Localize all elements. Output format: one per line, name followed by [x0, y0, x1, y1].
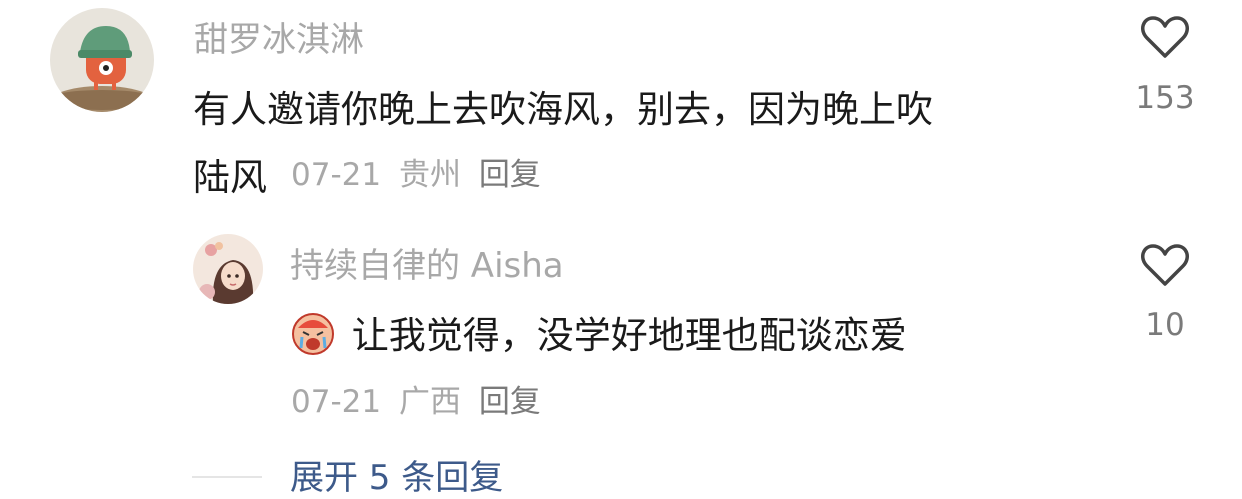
crying-face-emoji-icon — [290, 310, 336, 356]
comment-text-continued: 陆风 — [193, 156, 267, 199]
reply-location: 广西 — [398, 384, 461, 420]
cartoon-avatar-icon — [50, 8, 154, 112]
heart-icon — [1141, 244, 1189, 286]
like-count: 153 — [1135, 80, 1195, 116]
comment-text: 有人邀请你晚上去吹海风，别去，因为晚上吹 — [193, 88, 933, 131]
divider — [192, 476, 262, 478]
comment-date: 07-21 — [291, 157, 382, 193]
reply-username[interactable]: 持续自律的 Aisha — [290, 238, 564, 287]
girl-avatar-icon — [193, 234, 263, 304]
reply-date: 07-21 — [291, 384, 382, 420]
user-avatar[interactable] — [193, 234, 263, 304]
like-count: 10 — [1145, 307, 1185, 343]
reply-button[interactable]: 回复 — [479, 384, 541, 420]
reply-meta: 07-21 广西 回复 — [291, 376, 541, 421]
comment-username[interactable]: 甜罗冰淇淋 — [194, 12, 364, 61]
heart-icon — [1141, 16, 1189, 58]
reply-button[interactable]: 回复 — [479, 157, 541, 193]
comment-meta: 07-21 贵州 回复 — [291, 149, 541, 194]
reply-text-row: 让我觉得，没学好地理也配谈恋爱 — [290, 305, 907, 359]
expand-replies-button[interactable]: 展开 5 条回复 — [290, 450, 503, 499]
user-avatar[interactable] — [50, 8, 154, 112]
comment-location: 贵州 — [398, 157, 461, 193]
like-button[interactable] — [1140, 242, 1190, 288]
reply-text: 让我觉得，没学好地理也配谈恋爱 — [351, 314, 907, 357]
like-button[interactable] — [1140, 14, 1190, 60]
